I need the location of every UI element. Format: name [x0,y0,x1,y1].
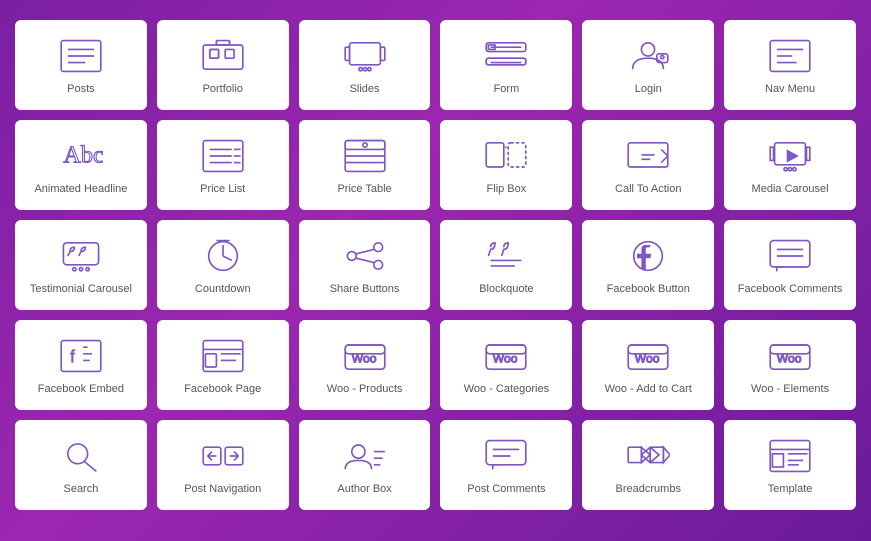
nav-menu-label: Nav Menu [765,82,815,96]
share-buttons-label: Share Buttons [330,282,400,296]
post-comments-label: Post Comments [467,482,545,496]
woo-products-icon: Woo [343,338,387,374]
widget-card-facebook-comments[interactable]: Facebook Comments [724,220,856,310]
widget-card-form[interactable]: Form [440,20,572,110]
widget-card-login[interactable]: Login [582,20,714,110]
widget-card-facebook-embed[interactable]: f Facebook Embed [15,320,147,410]
call-to-action-icon [626,138,670,174]
woo-elements-icon: Woo [768,338,812,374]
search-label: Search [63,482,98,496]
countdown-icon [201,238,245,274]
testimonial-carousel-icon [59,238,103,274]
post-navigation-label: Post Navigation [184,482,261,496]
widget-card-media-carousel[interactable]: Media Carousel [724,120,856,210]
flip-box-label: Flip Box [487,182,527,196]
slides-label: Slides [350,82,380,96]
widget-card-blockquote[interactable]: Blockquote [440,220,572,310]
widget-card-testimonial-carousel[interactable]: Testimonial Carousel [15,220,147,310]
widget-card-woo-elements[interactable]: Woo Woo - Elements [724,320,856,410]
woo-categories-label: Woo - Categories [464,382,549,396]
blockquote-icon [484,238,528,274]
woo-elements-label: Woo - Elements [751,382,829,396]
facebook-button-icon [626,238,670,274]
template-label: Template [768,482,813,496]
widget-card-woo-products[interactable]: Woo Woo - Products [299,320,431,410]
price-list-icon [201,138,245,174]
nav-menu-icon [768,38,812,74]
widget-card-author-box[interactable]: Author Box [299,420,431,510]
price-list-label: Price List [200,182,245,196]
author-box-icon [343,438,387,474]
post-navigation-icon [201,438,245,474]
facebook-page-label: Facebook Page [184,382,261,396]
countdown-label: Countdown [195,282,251,296]
svg-text:f: f [70,346,75,366]
facebook-comments-label: Facebook Comments [738,282,843,296]
woo-categories-icon: Woo [484,338,528,374]
widget-card-post-navigation[interactable]: Post Navigation [157,420,289,510]
widget-card-call-to-action[interactable]: Call To Action [582,120,714,210]
slides-icon [343,38,387,74]
widget-card-search[interactable]: Search [15,420,147,510]
facebook-embed-label: Facebook Embed [38,382,124,396]
widget-card-post-comments[interactable]: Post Comments [440,420,572,510]
woo-add-to-cart-label: Woo - Add to Cart [605,382,692,396]
widget-card-nav-menu[interactable]: Nav Menu [724,20,856,110]
widget-card-flip-box[interactable]: Flip Box [440,120,572,210]
post-comments-icon [484,438,528,474]
breadcrumbs-icon [626,438,670,474]
widget-card-portfolio[interactable]: Portfolio [157,20,289,110]
widget-card-posts[interactable]: Posts [15,20,147,110]
widget-card-breadcrumbs[interactable]: Breadcrumbs [582,420,714,510]
widget-card-price-table[interactable]: Price Table [299,120,431,210]
widget-card-share-buttons[interactable]: Share Buttons [299,220,431,310]
portfolio-icon [201,38,245,74]
widget-card-facebook-page[interactable]: Facebook Page [157,320,289,410]
widget-grid: Posts Portfolio Slides Form Login Nav Menu Abc… [15,20,856,510]
woo-add-to-cart-icon: Woo [626,338,670,374]
search-icon [59,438,103,474]
portfolio-label: Portfolio [203,82,243,96]
widget-card-template[interactable]: Template [724,420,856,510]
animated-headline-icon: Abc [59,138,103,174]
posts-icon [59,38,103,74]
flip-box-icon [484,138,528,174]
login-label: Login [635,82,662,96]
facebook-button-label: Facebook Button [607,282,690,296]
form-icon [484,38,528,74]
author-box-label: Author Box [337,482,391,496]
facebook-page-icon [201,338,245,374]
widget-card-woo-categories[interactable]: Woo Woo - Categories [440,320,572,410]
form-label: Form [494,82,520,96]
facebook-comments-icon [768,238,812,274]
share-buttons-icon [343,238,387,274]
media-carousel-label: Media Carousel [752,182,829,196]
widget-card-price-list[interactable]: Price List [157,120,289,210]
testimonial-carousel-label: Testimonial Carousel [30,282,132,296]
widget-card-facebook-button[interactable]: Facebook Button [582,220,714,310]
blockquote-label: Blockquote [479,282,533,296]
posts-label: Posts [67,82,95,96]
media-carousel-icon [768,138,812,174]
svg-text:Abc: Abc [63,141,103,168]
price-table-label: Price Table [337,182,391,196]
facebook-embed-icon: f [59,338,103,374]
call-to-action-label: Call To Action [615,182,681,196]
animated-headline-label: Animated Headline [34,182,127,196]
widget-card-countdown[interactable]: Countdown [157,220,289,310]
widget-card-animated-headline[interactable]: Abc Animated Headline [15,120,147,210]
widget-card-slides[interactable]: Slides [299,20,431,110]
login-icon [626,38,670,74]
widget-card-woo-add-to-cart[interactable]: Woo Woo - Add to Cart [582,320,714,410]
woo-products-label: Woo - Products [327,382,403,396]
breadcrumbs-label: Breadcrumbs [616,482,681,496]
price-table-icon [343,138,387,174]
template-icon [768,438,812,474]
